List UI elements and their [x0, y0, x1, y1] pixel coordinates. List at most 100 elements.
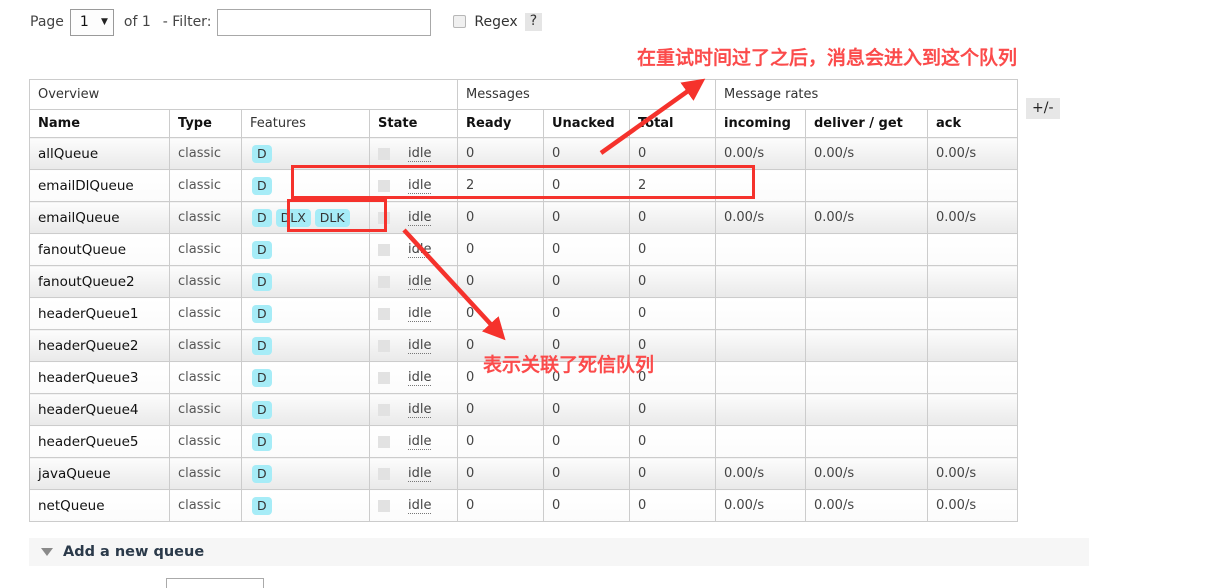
regex-checkbox[interactable]	[453, 15, 467, 29]
state-swatch-icon	[378, 179, 390, 192]
table-row[interactable]: javaQueue classic Didle 0 0 0 0.00/s 0.00/s 0.00…	[29, 457, 1078, 490]
queue-name-cell[interactable]: fanoutQueue	[29, 233, 170, 266]
table-row[interactable]: fanoutQueue2 classic Didle 0 0 0	[29, 265, 1078, 298]
column-header-total[interactable]: Total	[629, 109, 716, 138]
queue-unacked-cell: 0	[543, 329, 630, 362]
queue-features-cell: D	[241, 457, 370, 490]
column-header-ready[interactable]: Ready	[457, 109, 544, 138]
column-header-deliver-get[interactable]: deliver / get	[805, 109, 928, 138]
regex-label: Regex	[474, 13, 518, 30]
row-spacer-cell	[1018, 362, 1078, 394]
new-queue-name-input[interactable]	[166, 578, 264, 588]
queue-unacked-cell: 0	[543, 425, 630, 458]
annotation-text-retry-queue: 在重试时间过了之后，消息会进入到这个队列	[637, 47, 1018, 69]
queue-type-cell: classic	[169, 137, 242, 170]
state-label: idle	[408, 337, 432, 354]
queue-name-cell[interactable]: emailQueue	[29, 201, 170, 234]
add-new-queue-section[interactable]: Add a new queue	[29, 538, 1089, 566]
queue-deliver-get-rate-cell	[805, 425, 928, 458]
column-header-type[interactable]: Type	[169, 109, 242, 138]
queue-features-cell: D	[241, 361, 370, 394]
table-row[interactable]: headerQueue2 classic Didle 0 0 0	[29, 329, 1078, 362]
queue-total-cell: 0	[629, 201, 716, 234]
feature-badge-dlx: DLX	[275, 208, 311, 227]
table-row[interactable]: emailDlQueue classic Didle 2 0 2	[29, 169, 1078, 202]
feature-badge-d: D	[252, 176, 272, 195]
queue-deliver-get-rate-cell	[805, 233, 928, 266]
queue-name-cell[interactable]: headerQueue4	[29, 393, 170, 426]
row-spacer-cell	[1018, 490, 1078, 522]
queue-ack-rate-cell	[927, 169, 1018, 202]
queue-name-cell[interactable]: javaQueue	[29, 457, 170, 490]
queue-features-cell: D	[241, 425, 370, 458]
queue-name-cell[interactable]: headerQueue5	[29, 425, 170, 458]
queue-type-cell: classic	[169, 457, 242, 490]
queue-name-cell[interactable]: headerQueue3	[29, 361, 170, 394]
row-spacer-cell	[1018, 330, 1078, 362]
queue-deliver-get-rate-cell: 0.00/s	[805, 489, 928, 522]
state-swatch-icon	[378, 275, 390, 288]
page-select[interactable]: 1 ▼	[69, 8, 114, 36]
add-new-queue-label: Add a new queue	[63, 544, 205, 560]
queue-type-cell: classic	[169, 201, 242, 234]
queue-features-cell: D	[241, 137, 370, 170]
queue-name-cell[interactable]: allQueue	[29, 137, 170, 170]
state-swatch-icon	[378, 243, 390, 256]
regex-help-icon[interactable]: ?	[524, 13, 543, 31]
queue-ack-rate-cell	[927, 265, 1018, 298]
queues-table-wrap: Overview Messages Message rates +/- Name…	[29, 79, 1078, 522]
queue-incoming-rate-cell	[715, 265, 806, 298]
state-label: idle	[408, 177, 432, 194]
state-label: idle	[408, 369, 432, 386]
feature-badge-d: D	[252, 304, 272, 323]
table-row[interactable]: netQueue classic Didle 0 0 0 0.00/s 0.00/s 0.00/…	[29, 489, 1078, 522]
queue-ready-cell: 0	[457, 297, 544, 330]
queue-type-cell: classic	[169, 425, 242, 458]
queue-features-cell: D	[241, 329, 370, 362]
queue-name-cell[interactable]: headerQueue2	[29, 329, 170, 362]
queue-type-cell: classic	[169, 297, 242, 330]
table-row[interactable]: emailQueue classic D DLX DLK idle 0 0 0 0.00/s 0.0…	[29, 201, 1078, 234]
state-swatch-icon	[378, 499, 390, 512]
column-header-name[interactable]: Name	[29, 109, 170, 138]
filter-label: - Filter:	[162, 14, 212, 30]
queue-name-cell[interactable]: netQueue	[29, 489, 170, 522]
toggle-columns-button[interactable]: +/-	[1026, 97, 1060, 120]
filter-input[interactable]	[217, 8, 432, 36]
queue-type-cell: classic	[169, 233, 242, 266]
queue-deliver-get-rate-cell	[805, 297, 928, 330]
toggle-columns-cell: +/-	[1018, 80, 1078, 138]
queue-name-cell[interactable]: emailDlQueue	[29, 169, 170, 202]
queue-ack-rate-cell	[927, 425, 1018, 458]
queue-unacked-cell: 0	[543, 233, 630, 266]
table-row[interactable]: fanoutQueue classic Didle 0 0 0	[29, 233, 1078, 266]
queue-unacked-cell: 0	[543, 361, 630, 394]
column-header-incoming[interactable]: incoming	[715, 109, 806, 138]
table-body: allQueue classic Didle 0 0 0 0.00/s 0.00/s 0.00/…	[29, 137, 1078, 522]
column-header-state[interactable]: State	[369, 109, 458, 138]
state-label: idle	[408, 145, 432, 162]
queue-ack-rate-cell: 0.00/s	[927, 201, 1018, 234]
table-row[interactable]: headerQueue4 classic Didle 0 0 0	[29, 393, 1078, 426]
table-row[interactable]: headerQueue5 classic Didle 0 0 0	[29, 425, 1078, 458]
table-row[interactable]: allQueue classic Didle 0 0 0 0.00/s 0.00/s 0.00/…	[29, 137, 1078, 170]
queue-incoming-rate-cell: 0.00/s	[715, 457, 806, 490]
queue-features-cell: D	[241, 233, 370, 266]
queue-name-cell[interactable]: headerQueue1	[29, 297, 170, 330]
queue-ack-rate-cell	[927, 297, 1018, 330]
queue-state-cell: idle	[369, 233, 458, 266]
queue-deliver-get-rate-cell	[805, 265, 928, 298]
queue-incoming-rate-cell	[715, 361, 806, 394]
table-row[interactable]: headerQueue1 classic Didle 0 0 0	[29, 297, 1078, 330]
queue-incoming-rate-cell	[715, 233, 806, 266]
queue-total-cell: 0	[629, 297, 716, 330]
table-row[interactable]: headerQueue3 classic Didle 0 0 0	[29, 361, 1078, 394]
column-header-unacked[interactable]: Unacked	[543, 109, 630, 138]
queue-name-cell[interactable]: fanoutQueue2	[29, 265, 170, 298]
queue-unacked-cell: 0	[543, 201, 630, 234]
column-header-ack[interactable]: ack	[927, 109, 1018, 138]
queue-state-cell: idle	[369, 393, 458, 426]
queue-features-cell: D	[241, 297, 370, 330]
queue-ready-cell: 0	[457, 393, 544, 426]
row-spacer-cell	[1018, 202, 1078, 234]
